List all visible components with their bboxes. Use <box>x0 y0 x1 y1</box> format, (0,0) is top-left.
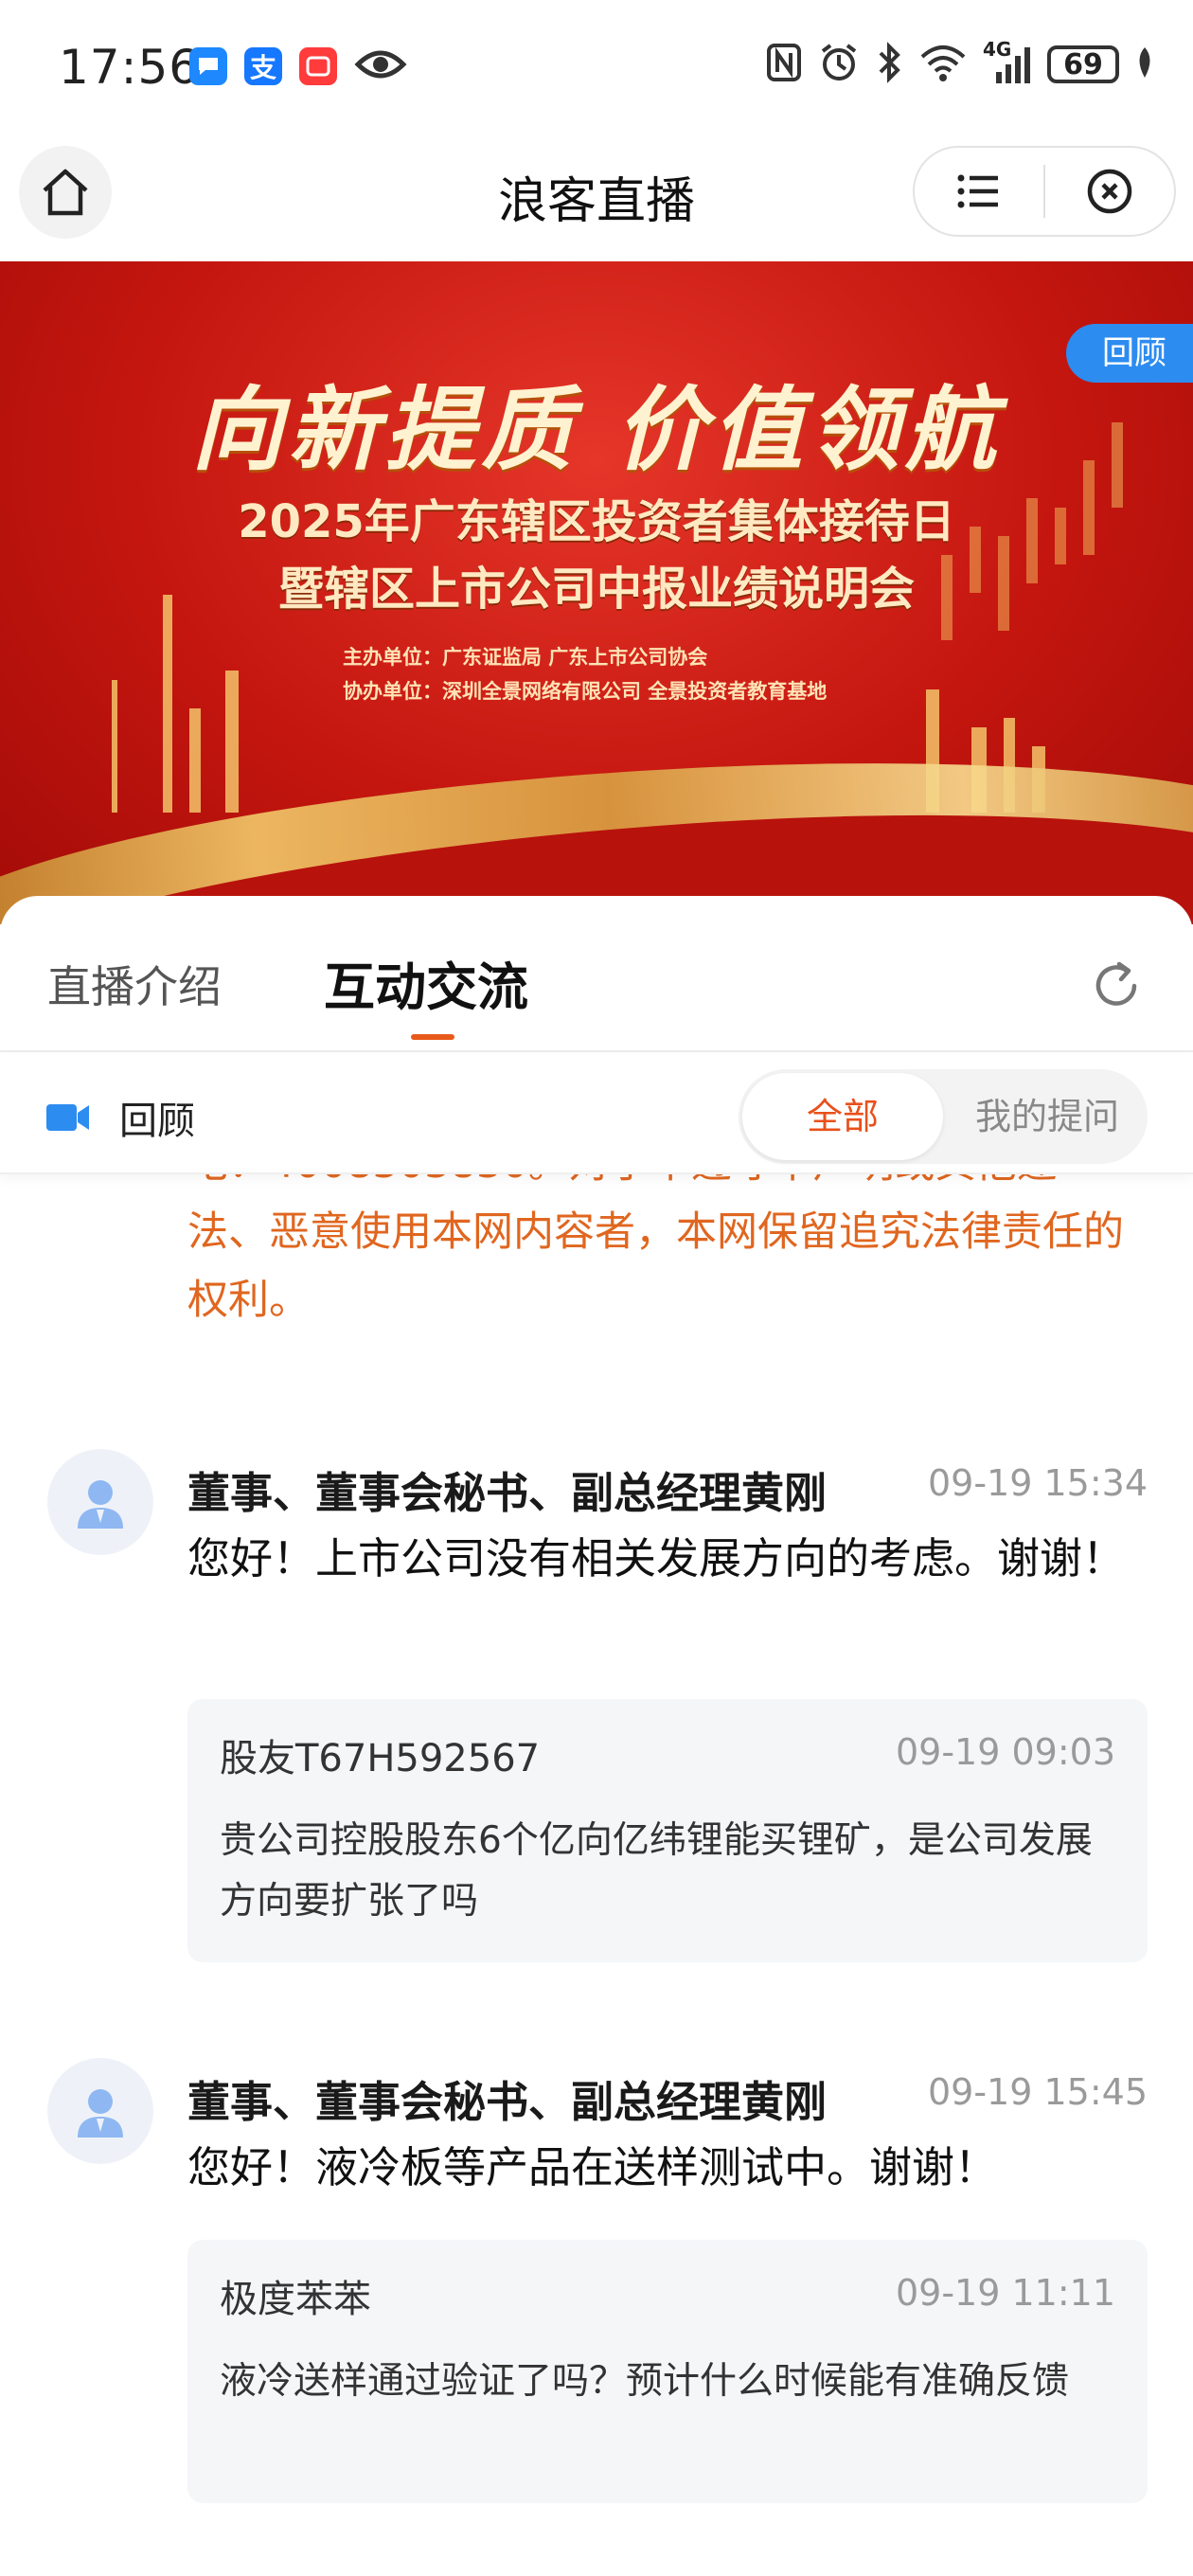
bluetooth-icon <box>875 42 903 87</box>
answer-time: 09-19 15:34 <box>927 1462 1148 1504</box>
battery-indicator: 69 <box>1047 45 1119 83</box>
answer-text: 您好！液冷板等产品在送样测试中。谢谢！ <box>187 2142 998 2192</box>
message-app-icon <box>189 47 227 85</box>
skyline-decoration <box>225 671 239 813</box>
question-filter-segment: 全部 我的提问 <box>739 1069 1148 1164</box>
red-app-icon <box>299 47 337 85</box>
alarm-icon <box>818 42 860 87</box>
question-text: 贵公司控股股东6个亿向亿纬锂能买锂矿，是公司发展方向要扩张了吗 <box>220 1819 1093 1923</box>
question-card: 股友T67H592567 09-19 09:03 贵公司控股股东6个亿向亿纬锂能… <box>187 1699 1148 1962</box>
banner-co-organizer: 协办单位：深圳全景网络有限公司 全景投资者教育基地 <box>343 680 828 703</box>
alipay-icon: 支 <box>244 47 282 85</box>
nfc-icon <box>765 42 803 87</box>
answer-text: 您好！上市公司没有相关发展方向的考虑。谢谢！ <box>187 1533 1126 1583</box>
banner-subheadline: 暨辖区上市公司中报业绩说明会 <box>277 563 915 616</box>
skyline-decoration <box>112 680 117 813</box>
answer-author: 董事、董事会秘书、副总经理黄刚 <box>187 2077 828 2127</box>
wifi-icon <box>918 42 968 87</box>
question-user: 极度苯苯 <box>220 2278 371 2321</box>
user-avatar-icon <box>78 1480 123 1529</box>
question-text: 液冷送样通过验证了吗？预计什么时候能有准确反馈 <box>220 2360 1070 2403</box>
tab-interaction[interactable]: 互动交流 <box>324 945 528 1020</box>
menu-icon <box>957 174 998 208</box>
answer-author: 董事、董事会秘书、副总经理黄刚 <box>187 1468 828 1518</box>
title-bar: 浪客直播 <box>0 133 1193 261</box>
live-banner[interactable]: 向新提质 价值领航 2025年广东辖区投资者集体接待日 暨辖区上市公司中报业绩说… <box>0 261 1193 924</box>
replay-badge[interactable]: 回顾 <box>1066 324 1193 383</box>
filter-bar: 回顾 全部 我的提问 <box>0 1052 1193 1174</box>
refresh-icon <box>1095 961 1137 1006</box>
filter-all[interactable]: 全部 <box>742 1073 943 1160</box>
question-time: 09-19 09:03 <box>895 1731 1115 1773</box>
replay-link[interactable]: 回顾 <box>45 1090 195 1145</box>
avatar <box>47 1449 153 1555</box>
video-camera-icon <box>46 1104 89 1131</box>
status-app-icons: 支 <box>189 45 407 87</box>
signal-icon: 4G <box>983 38 1032 85</box>
skyline-decoration <box>189 708 201 813</box>
eye-icon <box>354 45 407 87</box>
status-time: 17:56 <box>59 40 201 95</box>
tab-intro[interactable]: 直播介绍 <box>47 953 222 1015</box>
close-button[interactable] <box>1045 148 1174 235</box>
leaf-icon <box>1134 45 1155 83</box>
question-user: 股友T67H592567 <box>220 1737 541 1780</box>
banner-organizer: 主办单位：广东证监局 广东上市公司协会 <box>343 646 708 669</box>
menu-button[interactable] <box>915 148 1043 235</box>
banner-slogan: 向新提质 价值领航 <box>191 376 1002 483</box>
question-time: 09-19 11:11 <box>895 2272 1115 2314</box>
status-right-icons: 4G 69 <box>765 38 1155 87</box>
banner-headline: 2025年广东辖区投资者集体接待日 <box>238 495 955 548</box>
tab-bar: 直播介绍 互动交流 <box>0 896 1193 1052</box>
avatar <box>47 2058 153 2164</box>
network-type: 4G <box>983 38 1012 61</box>
mini-program-capsule <box>913 146 1176 237</box>
replay-label: 回顾 <box>119 1100 195 1143</box>
filter-my-questions[interactable]: 我的提问 <box>953 1069 1142 1164</box>
active-tab-indicator <box>411 1034 454 1040</box>
answer-time: 09-19 15:45 <box>927 2071 1148 2113</box>
status-bar: 17:56 支 4G 69 <box>0 0 1193 133</box>
refresh-button[interactable] <box>1089 958 1144 1017</box>
user-avatar-icon <box>78 2089 123 2138</box>
skyline-decoration <box>163 595 172 813</box>
question-card: 极度苯苯 09-19 11:11 液冷送样通过验证了吗？预计什么时候能有准确反馈 <box>187 2240 1148 2503</box>
close-circle-icon <box>1087 169 1132 214</box>
